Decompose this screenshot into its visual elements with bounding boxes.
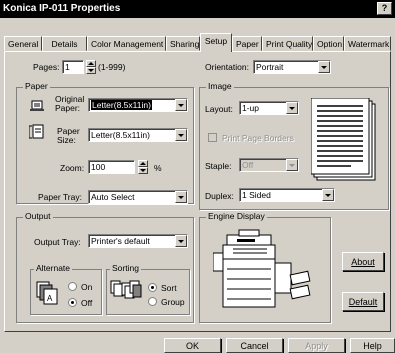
print-page-borders-label: Print Page Borders [222, 133, 294, 143]
image-group-legend: Image [206, 81, 234, 91]
sorting-group-legend: Sorting [110, 263, 141, 273]
output-tray-label: Output Tray: [34, 237, 81, 247]
orientation-select[interactable]: Portrait [253, 60, 331, 74]
zoom-spinner[interactable] [138, 160, 148, 174]
tab-paper[interactable]: Paper [232, 36, 262, 51]
sorting-pages-icon [110, 280, 142, 299]
sort-radio[interactable] [148, 283, 157, 292]
sort-label: Sort [161, 283, 177, 293]
tab-watermark[interactable]: Watermark [344, 36, 391, 51]
engine-display-legend: Engine Display [206, 211, 267, 221]
staple-select[interactable]: Off [239, 158, 299, 172]
paper-size-icon [29, 124, 44, 139]
help-icon[interactable]: ? [377, 2, 392, 15]
page-preview-icon [311, 98, 376, 181]
title-bar: Konica IP-011 Properties ? [0, 0, 395, 18]
svg-text:A: A [47, 294, 53, 303]
tab-print-quality[interactable]: Print Quality [262, 36, 313, 51]
staple-label: Staple: [205, 161, 232, 171]
tab-general[interactable]: General [4, 36, 42, 51]
alternate-on-radio[interactable] [68, 282, 77, 291]
cancel-button[interactable]: Cancel [226, 338, 283, 353]
paper-tray-label: Paper Tray: [38, 192, 82, 202]
alternate-off-label: Off [81, 298, 93, 308]
paper-size-label: Paper Size: [57, 126, 80, 145]
apply-button[interactable]: Apply [288, 338, 345, 353]
zoom-input[interactable]: 100 [88, 160, 135, 174]
alternate-stack-icon: A [36, 281, 58, 305]
group-label: Group [161, 297, 185, 307]
alternate-off-radio[interactable] [68, 298, 77, 307]
duplex-select[interactable]: 1 Sided [239, 188, 335, 202]
tab-details[interactable]: Details [42, 36, 87, 51]
tab-sharing[interactable]: Sharing [166, 36, 200, 51]
original-paper-icon [30, 100, 44, 111]
pages-spinner[interactable] [86, 60, 96, 74]
pages-range: (1-999) [98, 62, 126, 72]
paper-size-select[interactable]: Letter(8.5x11in) [88, 128, 188, 142]
alternate-group-legend: Alternate [34, 263, 73, 273]
output-tray-select[interactable]: Printer's default [88, 234, 188, 248]
paper-tray-select[interactable]: Auto Select [88, 190, 188, 204]
duplex-label: Duplex: [205, 191, 234, 201]
original-paper-label: Original Paper: [55, 94, 85, 113]
original-paper-select[interactable]: Letter(8.5x11in) [88, 98, 188, 112]
help-button[interactable]: Help [350, 338, 395, 353]
default-button[interactable]: Default [342, 292, 384, 311]
about-button[interactable]: About [342, 252, 384, 271]
alternate-on-label: On [81, 282, 93, 292]
zoom-unit: % [154, 163, 162, 173]
print-page-borders-checkbox[interactable] [208, 133, 217, 142]
paper-group-legend: Paper [23, 81, 50, 91]
copier-machine-icon [213, 229, 311, 308]
output-group-legend: Output [23, 211, 53, 221]
pages-label: Pages: [33, 62, 60, 72]
layout-select[interactable]: 1-up [239, 101, 299, 115]
tab-color-management[interactable]: Color Management [87, 36, 166, 51]
tab-setup[interactable]: Setup [200, 33, 232, 52]
layout-label: Layout: [205, 104, 233, 114]
tab-option[interactable]: Option [313, 36, 344, 51]
ok-button[interactable]: OK [164, 338, 221, 353]
pages-input[interactable]: 1 [62, 60, 84, 74]
zoom-label: Zoom: [60, 163, 85, 173]
window-title: Konica IP-011 Properties [3, 3, 121, 14]
orientation-label: Orientation: [205, 62, 249, 72]
group-radio[interactable] [148, 297, 157, 306]
